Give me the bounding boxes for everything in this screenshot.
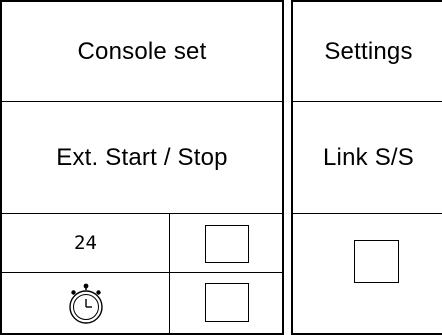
link-ss-header: Link S/S — [291, 101, 442, 214]
settings-header: Settings — [291, 0, 442, 102]
row-24-checkbox-cell — [169, 213, 284, 273]
row-24-icon-cell: 24 — [0, 213, 170, 273]
console-set-header: Console set — [0, 0, 284, 102]
ext-start-stop-24-checkbox[interactable] — [205, 225, 249, 263]
link-ss-checkbox-cell — [291, 213, 442, 335]
ext-start-stop-stopwatch-checkbox[interactable] — [205, 283, 249, 322]
ext-start-stop-header: Ext. Start / Stop — [0, 101, 284, 214]
console-set-title: Console set — [77, 37, 207, 65]
stopwatch-icon — [68, 283, 103, 324]
row-stopwatch-icon-cell — [0, 272, 170, 335]
link-ss-label: Link S/S — [323, 143, 414, 171]
link-ss-checkbox[interactable] — [354, 240, 399, 283]
settings-title: Settings — [324, 37, 413, 65]
ext-start-stop-label: Ext. Start / Stop — [56, 143, 228, 171]
seven-segment-24-icon: 24 — [74, 232, 97, 254]
row-stopwatch-checkbox-cell — [169, 272, 284, 335]
